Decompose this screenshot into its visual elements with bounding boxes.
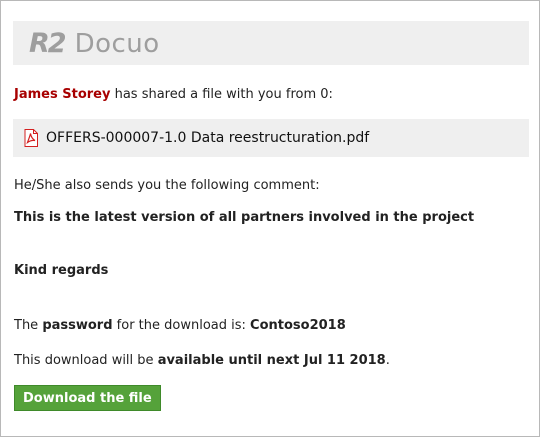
comment-line-1: This is the latest version of all partne… [14,210,475,225]
availability-date: available until next Jul 11 2018 [157,353,386,368]
shared-file[interactable]: OFFERS-000007-1.0 Data reestructuration.… [13,119,529,157]
availability-suffix: . [385,353,390,368]
sender-name: James Storey [14,87,111,102]
availability-line: This download will be available until ne… [14,353,390,368]
logo-mark: R2 [29,28,67,59]
password-value: Contoso2018 [250,318,346,333]
password-prefix: The [14,318,43,333]
logo-word: Docuo [74,29,160,59]
share-text: has shared a file with you from 0: [110,87,333,102]
file-name[interactable]: OFFERS-000007-1.0 Data reestructuration.… [46,130,369,146]
r2-docuo-logo: R2 Docuo [29,28,160,59]
header-banner: R2 Docuo [13,21,529,65]
password-line: The password for the download is: Contos… [14,318,346,333]
comment-line-2: Kind regards [14,263,109,278]
comment-intro: He/She also sends you the following comm… [14,178,320,193]
pdf-file-icon [24,129,38,147]
share-intro: James Storey has shared a file with you … [14,87,333,102]
download-file-button[interactable]: Download the file [14,385,161,411]
availability-prefix: This download will be [14,353,158,368]
password-middle: for the download is: [112,318,251,333]
email-frame: R2 Docuo James Storey has shared a file … [0,0,540,437]
password-keyword: password [42,318,113,333]
